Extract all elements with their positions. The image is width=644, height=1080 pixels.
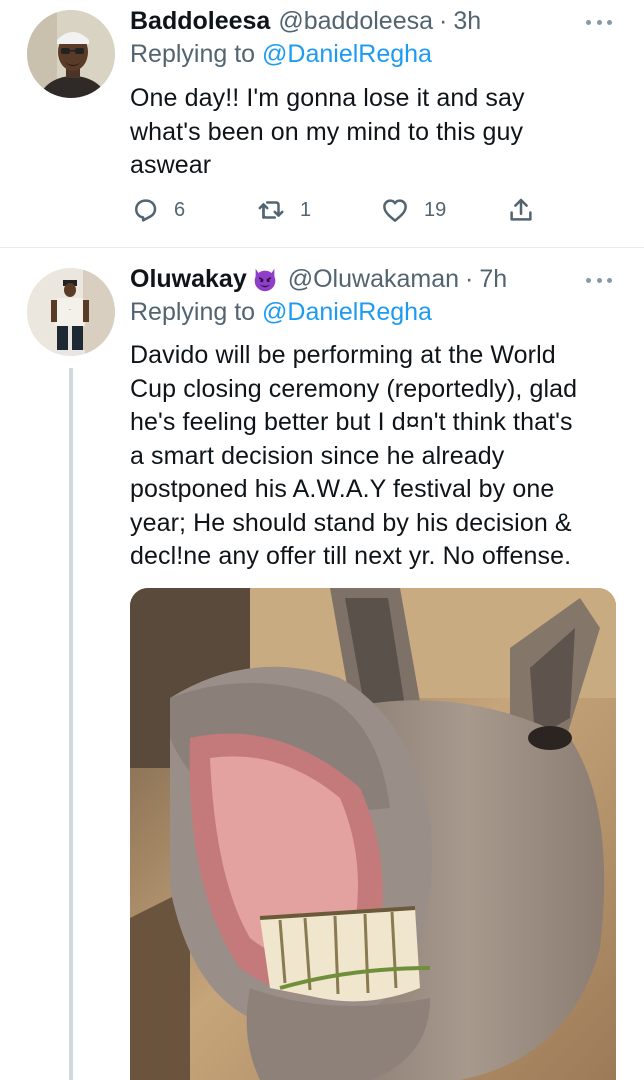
tweet-baddoleesa[interactable]: Baddoleesa @baddoleesa · 3h Replying to …: [0, 0, 644, 248]
author-name[interactable]: Oluwakay: [130, 265, 247, 294]
separator-dot: ·: [465, 264, 474, 293]
retweet-button[interactable]: 1: [256, 192, 311, 228]
like-button[interactable]: 19: [380, 192, 446, 228]
tweet-header: Baddoleesa @baddoleesa · 3h: [130, 4, 481, 38]
replying-to: Replying to @DanielRegha: [130, 40, 432, 69]
author-handle[interactable]: @baddoleesa: [278, 7, 433, 36]
thread-line: [69, 368, 73, 1080]
tweet-media-photo[interactable]: [130, 588, 616, 1080]
share-button[interactable]: [506, 192, 536, 228]
timestamp[interactable]: 3h: [453, 7, 481, 36]
tweet-text: One day!! I'm gonna lose it and say what…: [130, 84, 525, 179]
separator-dot: ·: [439, 6, 448, 35]
replying-mention[interactable]: @DanielRegha: [262, 40, 432, 68]
more-horizontal-icon[interactable]: [586, 18, 612, 26]
action-bar: 6 1 19: [130, 192, 540, 228]
replying-mention[interactable]: @DanielRegha: [262, 298, 432, 326]
replying-prefix: Replying to: [130, 298, 256, 326]
timestamp[interactable]: 7h: [479, 265, 507, 294]
avatar-photo: [27, 10, 115, 98]
donkey-photo: [130, 588, 616, 1080]
tweet-oluwakay[interactable]: · Oluwakay @Oluwakaman · 7h Replying to: [0, 248, 644, 1080]
reply-button[interactable]: 6: [130, 192, 185, 228]
more-horizontal-icon[interactable]: [586, 276, 612, 284]
tweet-text: Davido will be performing at the World C…: [130, 341, 578, 570]
author-handle[interactable]: @Oluwakaman: [288, 265, 459, 294]
like-count: 19: [424, 198, 447, 221]
reply-count: 6: [174, 198, 186, 221]
retweet-count: 1: [300, 198, 312, 221]
avatar[interactable]: [27, 10, 115, 98]
avatar[interactable]: ·: [27, 268, 115, 356]
retweet-icon: [258, 201, 284, 219]
svg-text:·: ·: [69, 306, 71, 314]
avatar-photo: ·: [27, 268, 115, 356]
smiling-imp-icon: [250, 264, 280, 294]
replying-to: Replying to @DanielRegha: [130, 298, 432, 327]
reply-bubble-icon: [135, 199, 157, 222]
replying-prefix: Replying to: [130, 40, 256, 68]
share-upload-icon: [510, 198, 532, 221]
heart-icon: [383, 199, 407, 222]
tweet-header: Oluwakay @Oluwakaman · 7h: [130, 262, 507, 296]
author-name[interactable]: Baddoleesa: [130, 7, 270, 36]
